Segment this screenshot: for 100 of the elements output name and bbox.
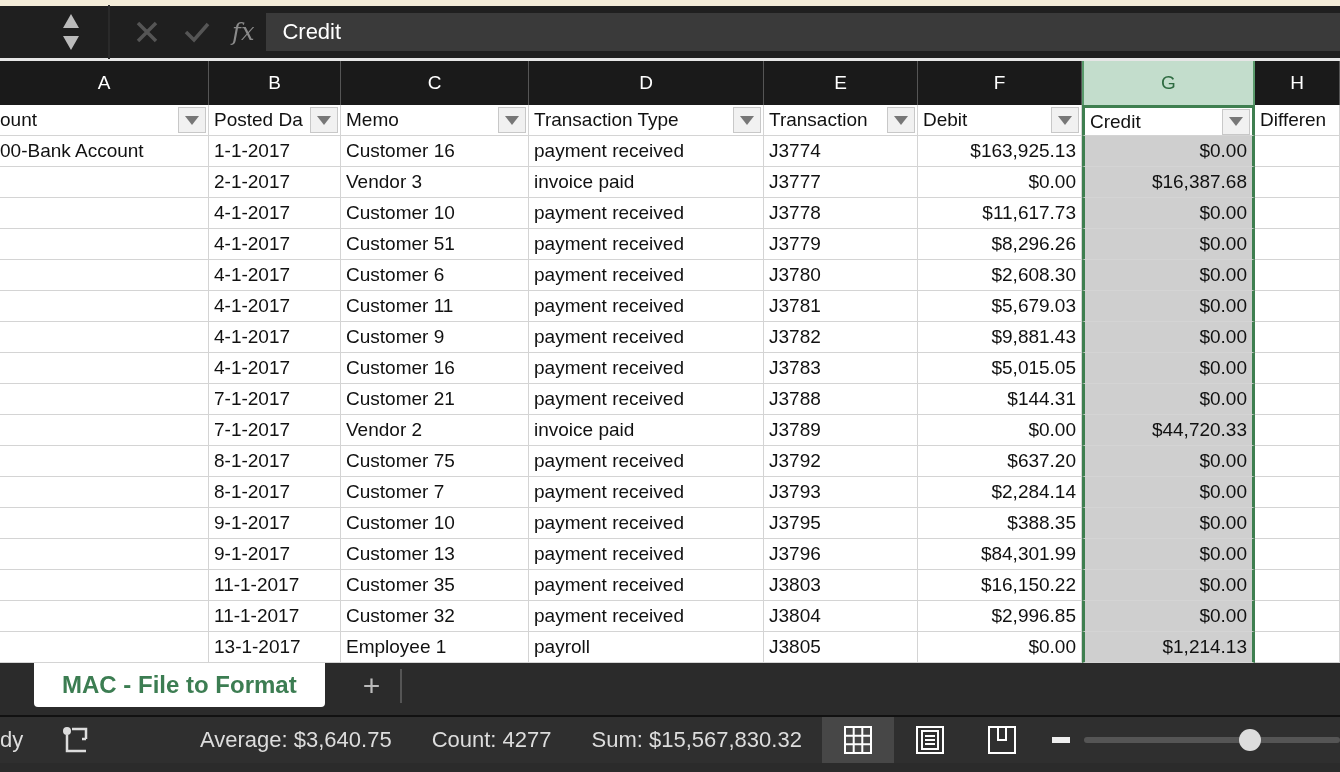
caret-icon [1229, 117, 1243, 126]
table-cell: payment received [529, 384, 764, 415]
table-cell: J3782 [764, 322, 918, 353]
header-label: Posted Da [214, 109, 303, 131]
table-cell: J3778 [764, 198, 918, 229]
column-header[interactable]: H [1255, 61, 1340, 105]
table-cell: 9-1-2017 [209, 508, 341, 539]
caret-icon [894, 115, 908, 125]
table-cell: $0.00 [1082, 539, 1255, 570]
header-label: Memo [346, 109, 399, 131]
header-label: Differen [1260, 109, 1327, 131]
table-cell: Customer 10 [341, 508, 529, 539]
normal-view-button[interactable] [821, 717, 894, 763]
column-header[interactable]: F [918, 61, 1082, 105]
column-header[interactable]: D [529, 61, 764, 105]
caret-icon [185, 115, 199, 125]
table-cell: payment received [529, 291, 764, 322]
table-cell: payment received [529, 353, 764, 384]
table-cell: 11-1-2017 [209, 570, 341, 601]
table-cell: payment received [529, 198, 764, 229]
table-cell: 4-1-2017 [209, 260, 341, 291]
table-cell: 1-1-2017 [209, 136, 341, 167]
table-cell: Customer 16 [341, 136, 529, 167]
table-cell: Customer 35 [341, 570, 529, 601]
table-cell: 4-1-2017 [209, 198, 341, 229]
check-icon[interactable] [184, 21, 210, 43]
filter-button[interactable] [1222, 108, 1250, 135]
table-cell: $0.00 [1082, 477, 1255, 508]
table-cell: $16,387.68 [1082, 167, 1255, 198]
table-cell: J3780 [764, 260, 918, 291]
table-cell: 2-1-2017 [209, 167, 341, 198]
table-cell: payment received [529, 322, 764, 353]
table-cell: J3793 [764, 477, 918, 508]
table-cell: $44,720.33 [1082, 415, 1255, 446]
filter-button[interactable] [310, 107, 338, 133]
table-cell: Customer 7 [341, 477, 529, 508]
table-cell: payment received [529, 601, 764, 632]
zoom-out-icon[interactable] [1051, 737, 1070, 743]
table-cell: J3803 [764, 570, 918, 601]
formula-field[interactable]: Credit [266, 13, 1340, 51]
table-cell: J3804 [764, 601, 918, 632]
normal-view-icon [843, 726, 872, 754]
column-header[interactable]: C [341, 61, 529, 105]
table-cell: Customer 75 [341, 446, 529, 477]
table-cell: 11-1-2017 [209, 601, 341, 632]
table-cell: Customer 21 [341, 384, 529, 415]
add-sheet-button[interactable]: + [342, 669, 403, 703]
table-cell: 8-1-2017 [209, 446, 341, 477]
table-cell: payment received [529, 260, 764, 291]
table-cell: $1,214.13 [1082, 632, 1255, 663]
function-button[interactable]: fx [232, 18, 255, 46]
table-cell: J3788 [764, 384, 918, 415]
caret-icon [1058, 115, 1072, 125]
table-cell: 7-1-2017 [209, 415, 341, 446]
table-cell: $0.00 [1082, 136, 1255, 167]
average-stat: Average: $3,640.75 [200, 727, 392, 753]
table-cell: 4-1-2017 [209, 291, 341, 322]
table-cell: $0.00 [1082, 322, 1255, 353]
column-header[interactable]: E [764, 61, 918, 105]
table-cell: Customer 16 [341, 353, 529, 384]
cancel-icon[interactable] [136, 21, 158, 43]
column-header[interactable]: G [1082, 61, 1255, 105]
page-break-view-icon [987, 726, 1016, 754]
table-cell: payment received [529, 570, 764, 601]
filter-button[interactable] [498, 107, 526, 133]
column-header[interactable]: A [0, 61, 209, 105]
header-label: Transaction Type [534, 109, 679, 131]
caret-icon [317, 115, 331, 125]
zoom-slider[interactable] [1239, 729, 1262, 751]
sheet-tab[interactable]: MAC - File to Format [34, 663, 325, 707]
table-cell: 4-1-2017 [209, 353, 341, 384]
table-cell: $0.00 [1082, 291, 1255, 322]
table-cell: J3774 [764, 136, 918, 167]
table-cell: $0.00 [1082, 229, 1255, 260]
table-cell: J3777 [764, 167, 918, 198]
table-cell: 4-1-2017 [209, 229, 341, 260]
column-header[interactable]: B [209, 61, 341, 105]
table-cell: $0.00 [1082, 601, 1255, 632]
header-label: ount [0, 109, 37, 131]
table-cell: payment received [529, 539, 764, 570]
table-cell: J3792 [764, 446, 918, 477]
header-label: Debit [923, 109, 968, 131]
count-stat: Count: 4277 [431, 727, 552, 753]
table-cell: 8-1-2017 [209, 477, 341, 508]
filter-button[interactable] [1051, 107, 1079, 133]
filter-button[interactable] [178, 107, 206, 133]
table-cell: $0.00 [1082, 508, 1255, 539]
table-cell: Customer 13 [341, 539, 529, 570]
table-cell: 00-Bank Account [0, 136, 209, 167]
filter-button[interactable] [887, 107, 915, 133]
table-cell: Customer 9 [341, 322, 529, 353]
table-cell: Vendor 3 [341, 167, 529, 198]
filter-button[interactable] [733, 107, 761, 133]
macro-record-icon[interactable] [60, 725, 90, 755]
table-cell: payment received [529, 446, 764, 477]
table-cell: 7-1-2017 [209, 384, 341, 415]
table-cell: Customer 32 [341, 601, 529, 632]
caret-icon [505, 115, 519, 125]
stepper-icon[interactable] [62, 12, 80, 52]
table-cell: Vendor 2 [341, 415, 529, 446]
